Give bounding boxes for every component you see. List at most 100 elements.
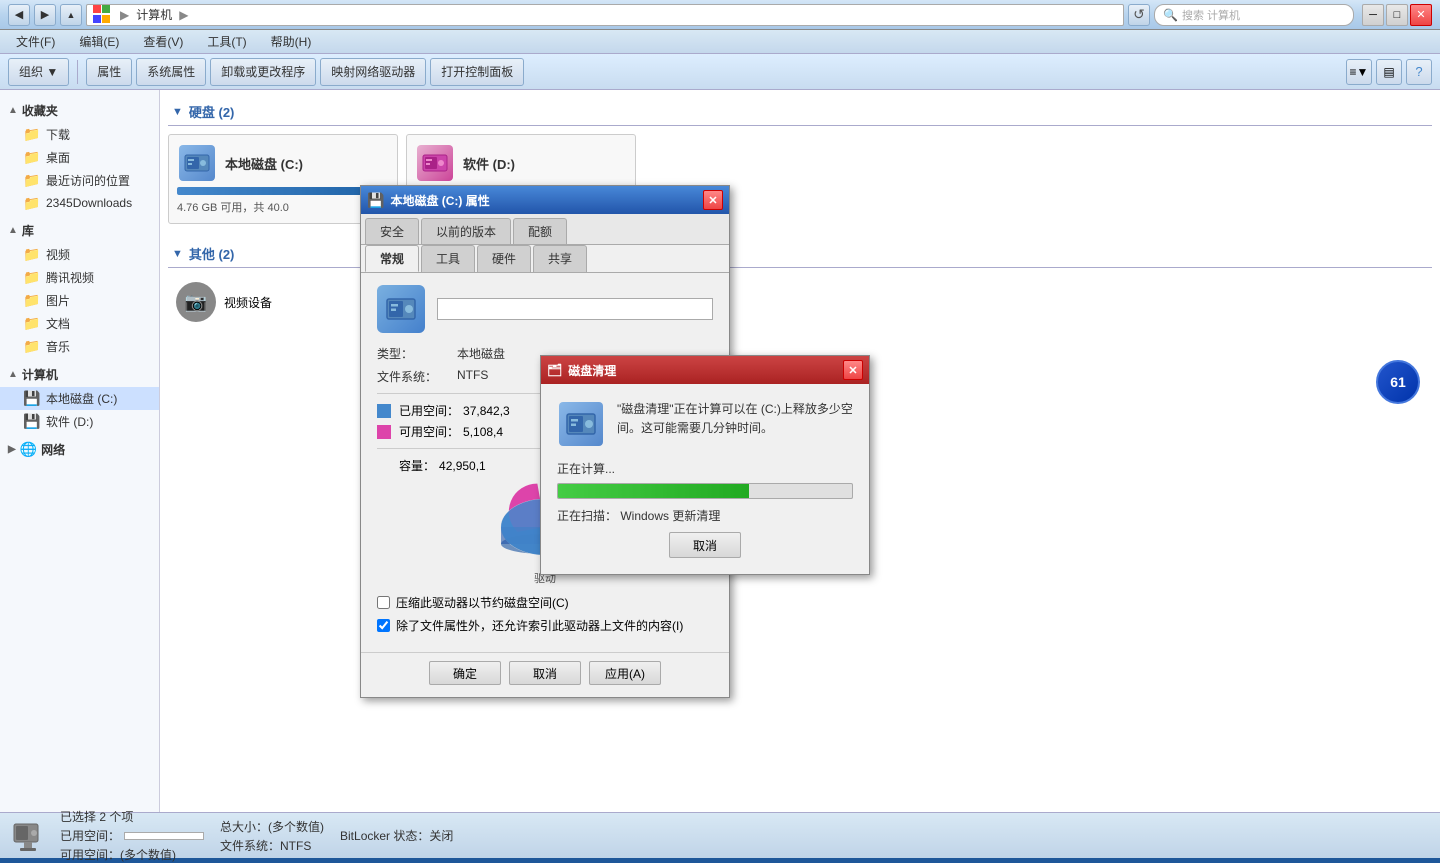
address-bar[interactable]: ▶ 计算机 ▶ [86,4,1124,26]
compress-checkbox[interactable] [377,596,390,609]
cleanup-dialog-content: "磁盘清理"正在计算可以在 (C:)上释放多少空 间。这可能需要几分钟时间。 正… [541,384,869,574]
cleanup-close-button[interactable]: ✕ [843,360,863,380]
cleanup-title-icon: 🗂 [547,363,562,377]
sidebar-item-download[interactable]: 📁 下载 [0,123,159,146]
drive-c-image [177,143,217,183]
sidebar-item-2345downloads[interactable]: 📁 2345Downloads [0,192,159,214]
other-section-header[interactable]: ▼ 其他 (2) [168,240,1432,268]
drive-c-label: 本地磁盘 (C:) [225,154,303,173]
sidebar-item-pictures-label: 图片 [46,292,70,309]
sidebar-computer-header[interactable]: ▲ 计算机 [0,362,159,387]
sidebar-item-documents[interactable]: 📁 文档 [0,312,159,335]
sidebar-item-tencent-video[interactable]: 📁 腾讯视频 [0,266,159,289]
system-properties-button[interactable]: 系统属性 [136,58,206,86]
sidebar-library-header[interactable]: ▲ 库 [0,218,159,243]
sidebar-item-music-label: 音乐 [46,338,70,355]
menu-file[interactable]: 文件(F) [8,31,63,52]
capacity-label: 容量： [399,457,435,474]
tab-sharing[interactable]: 共享 [533,245,587,272]
sidebar-item-recent[interactable]: 📁 最近访问的位置 [0,169,159,192]
sidebar-item-download-label: 下载 [46,126,70,143]
drive-c-hdd-icon [179,145,215,181]
cleanup-title-text: 磁盘清理 [568,362,616,379]
webcam-icon: 📷 [176,282,216,322]
sidebar-item-video-label: 视频 [46,246,70,263]
status-bitlocker-section: BitLocker 状态：关闭 [340,827,453,844]
minimize-button[interactable]: ─ [1362,4,1384,26]
map-network-button[interactable]: 映射网络驱动器 [320,58,426,86]
drives-grid: 本地磁盘 (C:) 4.76 GB 可用，共 40.0 [168,134,1432,224]
checkbox2-row: 除了文件属性外，还允许索引此驱动器上文件的内容(I) [377,617,713,634]
window-controls: ─ □ ✕ [1362,4,1432,26]
sidebar-item-c-drive[interactable]: 💾 本地磁盘 (C:) [0,387,159,410]
properties-ok-button[interactable]: 确定 [429,661,501,685]
toolbar: 组织 ▼ 属性 系统属性 卸载或更改程序 映射网络驱动器 打开控制面板 ≡▼ ▤… [0,54,1440,90]
menu-edit[interactable]: 编辑(E) [71,31,127,52]
free-space-value: 5,108,4 [463,425,503,439]
search-bar[interactable]: 🔍 搜索 计算机 [1154,4,1354,26]
other-item-webcam[interactable]: 📷 视频设备 [168,276,1432,328]
properties-apply-button[interactable]: 应用(A) [589,661,661,685]
sidebar-item-music[interactable]: 📁 音乐 [0,335,159,358]
other-section-label: 其他 (2) [189,244,235,263]
tab-security[interactable]: 安全 [365,218,419,244]
toolbar-separator-1 [77,60,78,84]
properties-cancel-button[interactable]: 取消 [509,661,581,685]
organize-button[interactable]: 组织 ▼ [8,58,69,86]
control-panel-button[interactable]: 打开控制面板 [430,58,524,86]
tab-general[interactable]: 常规 [365,245,419,272]
sidebar-favorites-header[interactable]: ▲ 收藏夹 [0,98,159,123]
menu-tools[interactable]: 工具(T) [199,31,254,52]
sidebar-item-desktop[interactable]: 📁 桌面 [0,146,159,169]
tab-previous-versions[interactable]: 以前的版本 [421,218,511,244]
cleanup-cancel-button[interactable]: 取消 [669,532,741,558]
index-checkbox[interactable] [377,619,390,632]
up-button[interactable]: ▲ [60,4,82,26]
sidebar-item-video[interactable]: 📁 视频 [0,243,159,266]
status-progress-bar [124,832,204,840]
uninstall-button[interactable]: 卸载或更改程序 [210,58,316,86]
close-button[interactable]: ✕ [1410,4,1432,26]
free-space-color-box [377,425,391,439]
menu-view[interactable]: 查看(V) [135,31,191,52]
drive-item-d-top: 软件 (D:) [415,143,627,183]
menu-help[interactable]: 帮助(H) [263,31,320,52]
cleanup-progress-fill [558,484,749,498]
preview-pane-button[interactable]: ▤ [1376,59,1402,85]
forward-button[interactable]: ▶ [34,4,56,26]
sidebar-item-tencent-video-label: 腾讯视频 [46,269,94,286]
cleanup-scan-status: 正在扫描： Windows 更新清理 [557,507,853,524]
back-button[interactable]: ◀ [8,4,30,26]
favorites-label: 收藏夹 [22,102,58,119]
sidebar-item-pictures[interactable]: 📁 图片 [0,289,159,312]
drive-c-space-text: 4.76 GB 可用，共 40.0 [177,199,389,215]
properties-icon-row [377,285,713,333]
documents-icon: 📁 [24,316,40,332]
drive-name-input[interactable] [437,298,713,320]
properties-close-button[interactable]: ✕ [703,190,723,210]
status-total-label: 总大小：(多个数值) [220,818,324,835]
address-text: 计算机 [136,6,172,23]
sidebar-library-section: ▲ 库 📁 视频 📁 腾讯视频 📁 图片 📁 文档 [0,218,159,358]
sidebar-item-d-drive[interactable]: 💾 软件 (D:) [0,410,159,433]
refresh-button[interactable]: ↺ [1128,4,1150,26]
help-button[interactable]: ? [1406,59,1432,85]
drive-d-label: 软件 (D:) [463,154,515,173]
status-bar: 已选择 2 个项 已用空间： 可用空间：(多个数值) 总大小：(多个数值) 文件… [0,812,1440,858]
properties-button[interactable]: 属性 [86,58,132,86]
compress-checkbox-label: 压缩此驱动器以节约磁盘空间(C) [396,594,569,611]
drives-section-header[interactable]: ▼ 硬盘 (2) [168,98,1432,126]
cleanup-dialog[interactable]: 🗂 磁盘清理 ✕ " [540,355,870,575]
sidebar-network-header[interactable]: ▶ 🌐 网络 [0,437,159,462]
used-space-color-box [377,404,391,418]
cleanup-message-text: "磁盘清理"正在计算可以在 (C:)上释放多少空 间。这可能需要几分钟时间。 [617,400,853,448]
tab-hardware[interactable]: 硬件 [477,245,531,272]
tab-quota[interactable]: 配额 [513,218,567,244]
maximize-button[interactable]: □ [1386,4,1408,26]
view-options-button[interactable]: ≡▼ [1346,59,1372,85]
status-filesystem-label: 文件系统：NTFS [220,837,324,854]
drive-c-info: 本地磁盘 (C:) [225,154,303,173]
status-icon [12,820,44,852]
tab-tools[interactable]: 工具 [421,245,475,272]
cleanup-title-bar: 🗂 磁盘清理 ✕ [541,356,869,384]
